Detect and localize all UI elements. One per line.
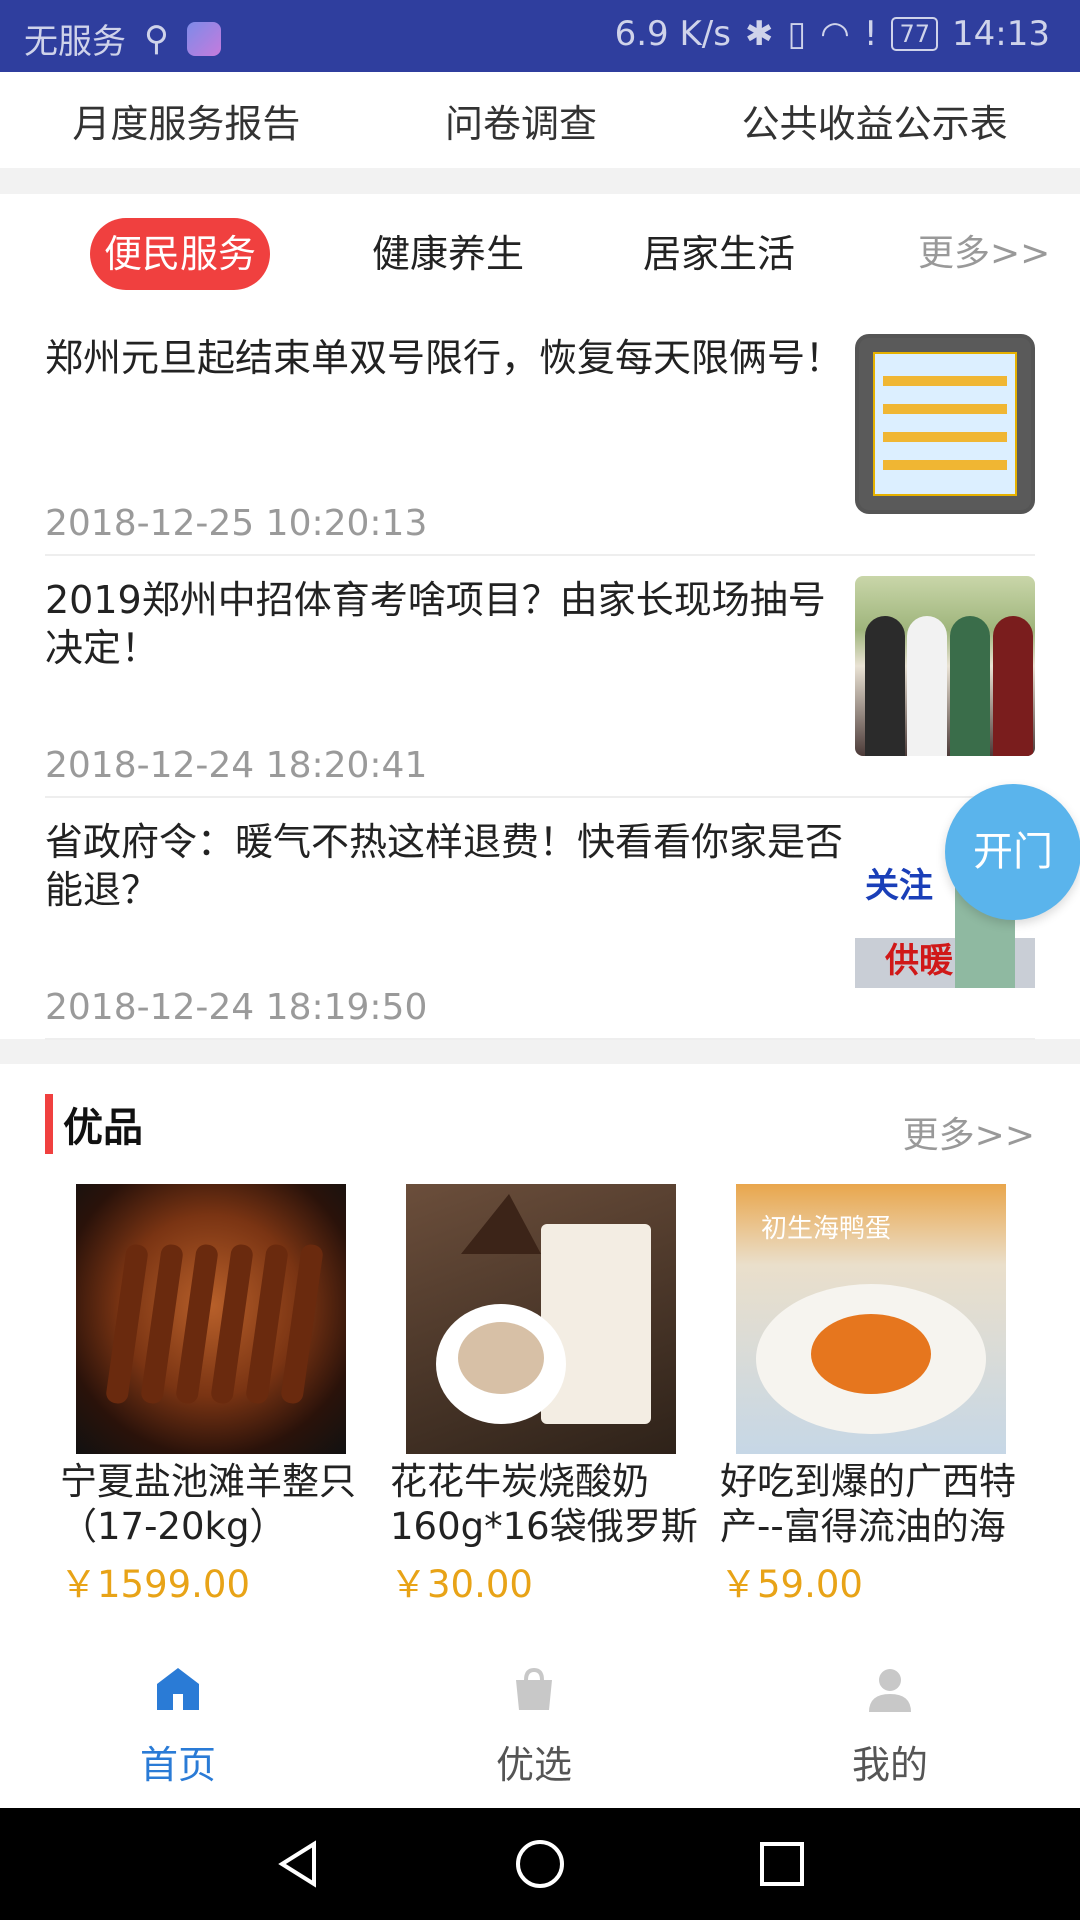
news-thumbnail (855, 576, 1035, 756)
product-image (76, 1184, 346, 1454)
product-name: 宁夏盐池滩羊整只（17-20kg） (60, 1460, 356, 1548)
bluetooth-icon: ✱ (744, 14, 774, 54)
section-accent-bar (45, 1094, 53, 1154)
product-image: 初生海鸭蛋 (736, 1184, 1006, 1454)
nav-home[interactable]: 首页 (68, 1664, 288, 1789)
tab-home-life[interactable]: 居家生活 (643, 218, 795, 290)
bottom-nav: 首页 优选 我的 (0, 1644, 1080, 1808)
news-time: 2018-12-24 18:19:50 (45, 987, 428, 1028)
thumb-caption-2: 供暖 (885, 941, 953, 981)
section-title: 优品 (63, 1105, 143, 1151)
vibrate-icon: ▯ (787, 14, 807, 54)
news-item[interactable]: 2019郑州中招体育考啥项目？由家长现场抽号决定！ 2018-12-24 18:… (45, 566, 1035, 798)
nav-label-home: 首页 (139, 1743, 216, 1787)
top-links-bar: 月度服务报告 问卷调查 公共收益公示表 (0, 72, 1080, 168)
clock: 14:13 (952, 14, 1050, 54)
link-monthly-report[interactable]: 月度服务报告 (72, 93, 300, 148)
news-more-link[interactable]: 更多>> (918, 218, 1050, 290)
recents-icon[interactable] (754, 1836, 810, 1892)
news-item[interactable]: 省政府令：暖气不热这样退费！快看看你家是否能退？ 2018-12-24 18:1… (45, 808, 1035, 1040)
home-icon (157, 1668, 199, 1710)
tab-convenience[interactable]: 便民服务 (90, 218, 271, 290)
news-section: 便民服务 健康养生 居家生活 更多>> 郑州元旦起结束单双号限行，恢复每天限俩号… (0, 194, 1080, 1040)
products-section: 优品 更多>> 宁夏盐池滩羊整只（17-20kg） ￥1599.00 花花牛炭烧… (0, 1064, 1080, 1644)
news-time: 2018-12-24 18:20:41 (45, 745, 428, 786)
link-survey[interactable]: 问卷调查 (445, 93, 597, 148)
system-nav-bar (0, 1808, 1080, 1920)
news-time: 2018-12-25 10:20:13 (45, 503, 428, 544)
thumb-caption-1: 关注 (865, 866, 933, 906)
products-more-link[interactable]: 更多>> (903, 1106, 1035, 1158)
back-icon[interactable] (270, 1836, 326, 1892)
status-bar: 无服务 ⚲ 6.9 K/s ✱ ▯ ◠ ! 77 14:13 (0, 0, 1080, 72)
product-name: 好吃到爆的广西特产--富得流油的海 (720, 1460, 1016, 1548)
product-name: 花花牛炭烧酸奶160g*16袋俄罗斯 (390, 1460, 698, 1548)
product-image (406, 1184, 676, 1454)
nav-label-mine: 我的 (851, 1743, 928, 1787)
link-public-income[interactable]: 公共收益公示表 (742, 93, 1008, 148)
nav-mine[interactable]: 我的 (780, 1664, 1000, 1789)
nav-select[interactable]: 优选 (424, 1664, 644, 1789)
product-price: ￥1599.00 (60, 1563, 251, 1606)
nav-label-select: 优选 (495, 1743, 572, 1787)
product-price: ￥59.00 (720, 1563, 863, 1606)
product-image-brand: 初生海鸭蛋 (761, 1214, 892, 1244)
usb-icon: ⚲ (144, 18, 169, 59)
news-item[interactable]: 郑州元旦起结束单双号限行，恢复每天限俩号！ 2018-12-25 10:20:1… (45, 324, 1035, 556)
product-price: ￥30.00 (390, 1563, 533, 1606)
section-header: 优品 (45, 1094, 143, 1154)
network-speed: 6.9 K/s (614, 14, 731, 54)
home-circle-icon[interactable] (512, 1836, 568, 1892)
battery-level: 77 (891, 17, 939, 51)
wifi-icon: ◠ (820, 14, 850, 54)
open-door-button[interactable]: 开门 (945, 784, 1080, 920)
alert-icon: ! (863, 14, 878, 54)
news-title: 省政府令：暖气不热这样退费！快看看你家是否能退？ (45, 820, 844, 912)
shopping-bag-icon (516, 1667, 552, 1710)
news-tabs: 便民服务 健康养生 居家生活 更多>> (0, 218, 1080, 290)
news-title: 郑州元旦起结束单双号限行，恢复每天限俩号！ (45, 336, 844, 380)
news-title: 2019郑州中招体育考啥项目？由家长现场抽号决定！ (45, 578, 826, 670)
app-notification-icon (186, 21, 221, 56)
news-thumbnail (855, 334, 1035, 514)
carrier-label: 无服务 (24, 22, 126, 62)
tab-health[interactable]: 健康养生 (372, 218, 524, 290)
user-icon (869, 1669, 911, 1712)
